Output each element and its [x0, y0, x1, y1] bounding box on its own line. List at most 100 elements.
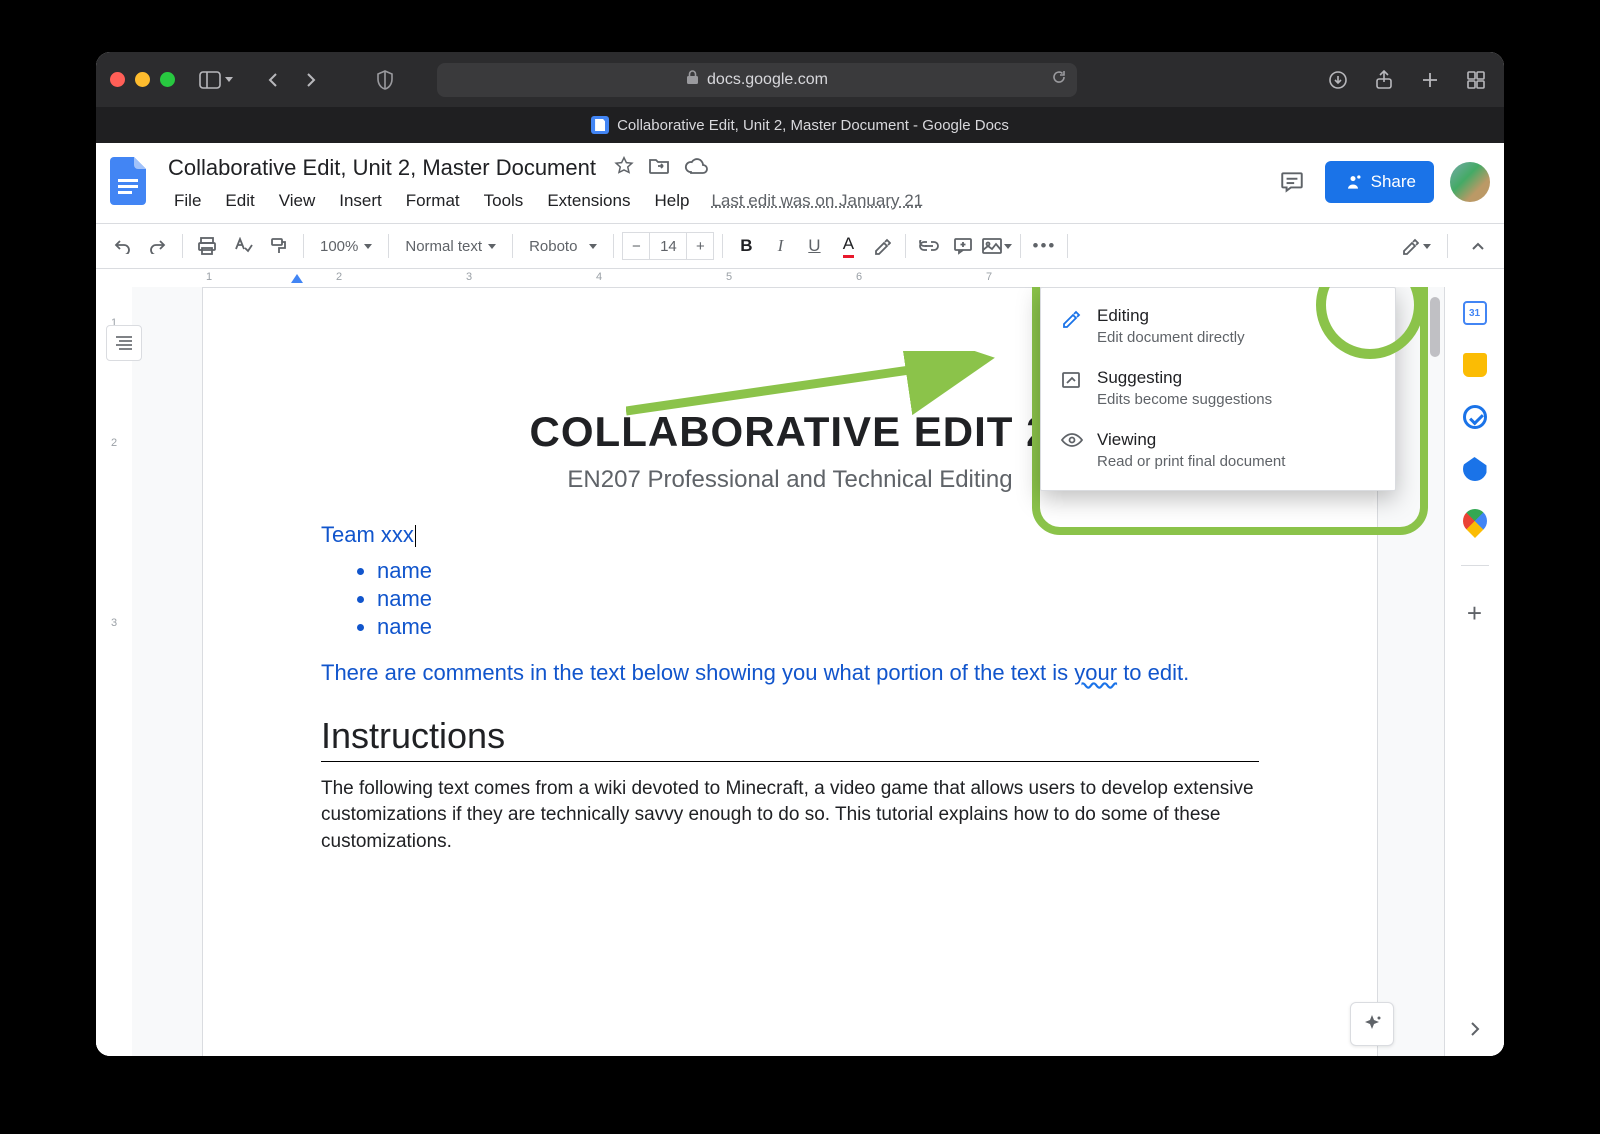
menu-help[interactable]: Help — [644, 187, 699, 215]
window-controls — [110, 72, 175, 87]
highlight-color-button[interactable] — [867, 231, 897, 261]
paragraph-style-select[interactable]: Normal text — [397, 231, 504, 261]
italic-button[interactable]: I — [765, 231, 795, 261]
vertical-scrollbar[interactable] — [1430, 297, 1440, 357]
font-size-decrease[interactable]: − — [622, 232, 650, 260]
tab-overview-button[interactable] — [1462, 67, 1490, 93]
cloud-status-icon[interactable] — [684, 157, 708, 180]
address-bar-text: docs.google.com — [707, 71, 828, 89]
underline-button[interactable]: U — [799, 231, 829, 261]
menu-format[interactable]: Format — [396, 187, 470, 215]
paint-format-button[interactable] — [263, 230, 295, 262]
chevron-down-icon — [589, 244, 597, 249]
docs-favicon-icon — [591, 116, 609, 134]
font-select[interactable]: Roboto — [521, 231, 605, 261]
menu-bar: File Edit View Insert Format Tools Exten… — [164, 187, 1261, 215]
chevron-down-icon — [364, 244, 372, 249]
more-tools-button[interactable]: ••• — [1029, 231, 1059, 261]
get-addons-button[interactable]: + — [1467, 598, 1482, 629]
menu-tools[interactable]: Tools — [474, 187, 534, 215]
downloads-button[interactable] — [1324, 67, 1352, 93]
horizontal-ruler[interactable]: 1 2 3 4 5 6 7 — [96, 269, 1504, 287]
redo-button[interactable] — [142, 230, 174, 262]
close-window-button[interactable] — [110, 72, 125, 87]
document-canvas[interactable]: 1 2 3 COLLABORATIVE EDIT 2 EN207 Profess… — [96, 287, 1504, 1056]
back-button[interactable] — [259, 67, 287, 93]
calendar-addon-button[interactable] — [1463, 301, 1487, 325]
privacy-shield-icon[interactable] — [371, 67, 399, 93]
sidebar-toggle-button[interactable] — [199, 71, 233, 89]
account-avatar[interactable] — [1450, 162, 1490, 202]
menu-file[interactable]: File — [164, 187, 211, 215]
document-outline-button[interactable] — [106, 325, 142, 361]
list-item: name — [377, 614, 1259, 640]
maximize-window-button[interactable] — [160, 72, 175, 87]
docs-logo-icon[interactable] — [106, 153, 150, 209]
chevron-down-icon — [1004, 244, 1012, 249]
insert-link-button[interactable] — [914, 231, 944, 261]
share-page-button[interactable] — [1370, 67, 1398, 93]
move-icon[interactable] — [648, 157, 670, 180]
collapse-toolbar-button[interactable] — [1462, 230, 1494, 262]
font-size-control: − 14 + — [622, 232, 714, 260]
indent-marker-icon[interactable] — [291, 274, 303, 283]
forward-button[interactable] — [297, 67, 325, 93]
document-title[interactable]: Collaborative Edit, Unit 2, Master Docum… — [164, 153, 600, 183]
text-color-button[interactable]: A — [833, 231, 863, 261]
menu-view[interactable]: View — [269, 187, 326, 215]
docs-toolbar: 100% Normal text Roboto − 14 + B I U A — [96, 223, 1504, 269]
address-bar[interactable]: docs.google.com — [437, 63, 1077, 97]
menu-edit[interactable]: Edit — [215, 187, 264, 215]
editing-mode-button[interactable] — [1393, 237, 1439, 255]
reload-icon[interactable] — [1051, 69, 1067, 90]
minimize-window-button[interactable] — [135, 72, 150, 87]
menu-insert[interactable]: Insert — [329, 187, 392, 215]
mode-option-editing[interactable]: EditingEdit document directly — [1041, 296, 1395, 358]
hide-sidepanel-button[interactable] — [1469, 1021, 1481, 1042]
browser-titlebar: docs.google.com — [96, 52, 1504, 107]
google-docs-app: Collaborative Edit, Unit 2, Master Docum… — [96, 143, 1504, 1056]
list-item: name — [377, 586, 1259, 612]
print-button[interactable] — [191, 230, 223, 262]
instructions-heading: Instructions — [321, 715, 1259, 762]
suggesting-icon — [1061, 370, 1083, 408]
maps-addon-button[interactable] — [1458, 504, 1492, 538]
instructions-paragraph: The following text comes from a wiki dev… — [321, 776, 1259, 856]
menu-extensions[interactable]: Extensions — [537, 187, 640, 215]
mode-option-viewing[interactable]: ViewingRead or print final document — [1041, 420, 1395, 482]
docs-header: Collaborative Edit, Unit 2, Master Docum… — [96, 143, 1504, 215]
tasks-addon-button[interactable] — [1463, 405, 1487, 429]
last-edit-link[interactable]: Last edit was on January 21 — [711, 191, 923, 211]
text-cursor — [415, 525, 416, 547]
new-tab-button[interactable] — [1416, 67, 1444, 93]
eye-icon — [1061, 432, 1083, 470]
font-size-increase[interactable]: + — [686, 232, 714, 260]
divider — [1461, 565, 1489, 566]
share-button-label: Share — [1371, 172, 1416, 192]
share-button[interactable]: Share — [1325, 161, 1434, 203]
team-line: Team xxx — [321, 522, 1259, 548]
add-comment-button[interactable] — [948, 231, 978, 261]
list-item: name — [377, 558, 1259, 584]
font-size-value[interactable]: 14 — [650, 232, 686, 260]
chevron-down-icon — [488, 244, 496, 249]
keep-addon-button[interactable] — [1463, 353, 1487, 377]
chevron-down-icon — [225, 77, 233, 82]
browser-tabbar: Collaborative Edit, Unit 2, Master Docum… — [96, 107, 1504, 143]
comments-note: There are comments in the text below sho… — [321, 658, 1259, 689]
vertical-ruler[interactable]: 1 2 3 — [96, 287, 132, 1056]
zoom-select[interactable]: 100% — [312, 231, 380, 261]
explore-button[interactable] — [1350, 1002, 1394, 1046]
tab-title[interactable]: Collaborative Edit, Unit 2, Master Docum… — [617, 117, 1009, 134]
undo-button[interactable] — [106, 230, 138, 262]
team-name-list: name name name — [321, 558, 1259, 640]
browser-window: docs.google.com Collaborative Edit, Unit… — [96, 52, 1504, 1056]
bold-button[interactable]: B — [731, 231, 761, 261]
contacts-addon-button[interactable] — [1463, 457, 1487, 481]
open-comments-button[interactable] — [1275, 165, 1309, 199]
editing-mode-menu: EditingEdit document directly Suggesting… — [1040, 287, 1396, 491]
insert-image-button[interactable] — [982, 231, 1012, 261]
spellcheck-button[interactable] — [227, 230, 259, 262]
star-icon[interactable] — [614, 156, 634, 181]
mode-option-suggesting[interactable]: SuggestingEdits become suggestions — [1041, 358, 1395, 420]
